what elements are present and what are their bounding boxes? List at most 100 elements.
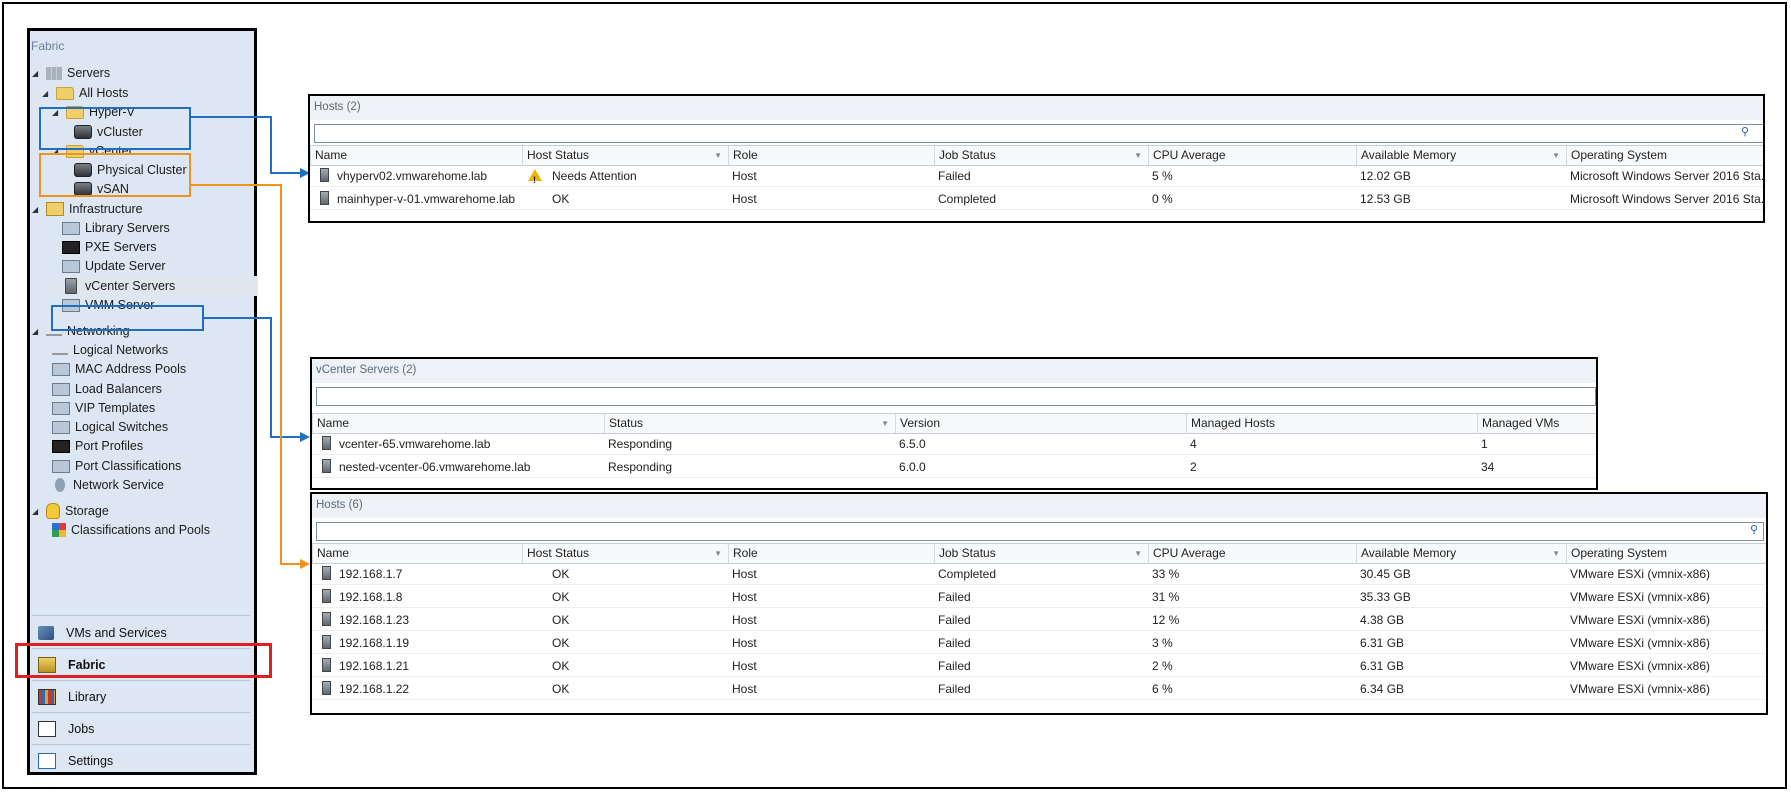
job-status: Failed <box>938 590 971 604</box>
column-header-name[interactable]: Name <box>310 146 522 165</box>
table-row[interactable]: 192.168.1.23 OK Host Failed 12 % 4.38 GB… <box>312 610 1766 631</box>
available-memory: 12.02 GB <box>1360 169 1411 183</box>
column-header-operating-system[interactable]: Operating System <box>1566 544 1766 563</box>
table-row[interactable]: vhyperv02.vmwarehome.lab Needs Attention… <box>310 166 1763 187</box>
column-header-available-memory[interactable]: Available Memory ▼ <box>1356 544 1566 563</box>
filter-dropdown-icon: ▼ <box>1134 549 1142 558</box>
cpu-average: 31 % <box>1152 590 1180 604</box>
column-header-host-status[interactable]: Host Status ▼ <box>522 544 728 563</box>
role: Host <box>732 169 757 183</box>
cpu-average: 0 % <box>1152 192 1173 206</box>
host-name: vhyperv02.vmwarehome.lab <box>337 169 488 183</box>
operating-system: Microsoft Windows Server 2016 Sta... <box>1570 192 1765 206</box>
status: Responding <box>608 437 673 451</box>
column-header-cpu-average[interactable]: CPU Average <box>1148 544 1356 563</box>
filter-dropdown-icon: ▼ <box>1552 151 1560 160</box>
column-header-row: Name Host Status ▼ Role Job Status ▼ CPU A… <box>312 543 1766 564</box>
search-input[interactable] <box>314 124 1763 143</box>
host-status: OK <box>552 682 570 696</box>
vcenter-hosts-panel: Hosts (6) ⚲ Name Host Status ▼ Role Job S… <box>310 492 1768 715</box>
host-status: OK <box>552 659 570 673</box>
hyper-v-arrow <box>191 116 304 174</box>
arrowhead-icon <box>300 559 310 569</box>
managed-hosts: 2 <box>1190 460 1197 474</box>
role: Host <box>732 192 757 206</box>
column-header-job-status[interactable]: Job Status ▼ <box>934 544 1148 563</box>
job-status: Failed <box>938 613 971 627</box>
cpu-average: 6 % <box>1152 682 1173 696</box>
server-icon <box>322 589 331 603</box>
vcenter-name: vcenter-65.vmwarehome.lab <box>339 437 491 451</box>
managed-vms: 34 <box>1481 460 1495 474</box>
search-input[interactable] <box>316 522 1764 541</box>
panel-title: Hosts (6) <box>312 494 1766 518</box>
host-status: OK <box>552 590 570 604</box>
server-icon <box>322 612 331 626</box>
column-header-host-status[interactable]: Host Status ▼ <box>522 146 728 165</box>
server-icon <box>322 566 331 580</box>
table-row[interactable]: 192.168.1.22 OK Host Failed 6 % 6.34 GB … <box>312 679 1766 700</box>
job-status: Completed <box>938 192 997 206</box>
column-header-operating-system[interactable]: Operating System <box>1566 146 1763 165</box>
search-input[interactable] <box>316 387 1596 406</box>
panel-title: Hosts (2) <box>310 96 1763 120</box>
column-header-name[interactable]: Name <box>312 414 604 433</box>
column-header-version[interactable]: Version <box>895 414 1186 433</box>
available-memory: 6.31 GB <box>1360 659 1405 673</box>
role: Host <box>732 682 757 696</box>
job-status: Failed <box>938 169 971 183</box>
column-header-job-status[interactable]: Job Status ▼ <box>934 146 1148 165</box>
host-name: 192.168.1.23 <box>339 613 410 627</box>
managed-hosts: 4 <box>1190 437 1197 451</box>
column-header-name[interactable]: Name <box>312 544 522 563</box>
job-status: Failed <box>938 636 971 650</box>
version: 6.5.0 <box>899 437 926 451</box>
cpu-average: 2 % <box>1152 659 1173 673</box>
job-status: Failed <box>938 682 971 696</box>
vcenter-servers-panel: vCenter Servers (2) Name Status ▼ Version… <box>310 357 1598 490</box>
column-header-managed-hosts[interactable]: Managed Hosts <box>1186 414 1477 433</box>
search-icon[interactable]: ⚲ <box>1741 125 1749 138</box>
column-header-available-memory[interactable]: Available Memory ▼ <box>1356 146 1566 165</box>
version: 6.0.0 <box>899 460 926 474</box>
server-icon <box>320 191 329 205</box>
filter-dropdown-icon: ▼ <box>1552 549 1560 558</box>
filter-dropdown-icon: ▼ <box>714 151 722 160</box>
table-row[interactable]: 192.168.1.19 OK Host Failed 3 % 6.31 GB … <box>312 633 1766 654</box>
host-status: Needs Attention <box>552 169 637 183</box>
column-header-role[interactable]: Role <box>728 544 934 563</box>
cpu-average: 33 % <box>1152 567 1180 581</box>
column-header-status[interactable]: Status ▼ <box>604 414 895 433</box>
operating-system: VMware ESXi (vmnix-x86) <box>1570 613 1711 627</box>
available-memory: 35.33 GB <box>1360 590 1411 604</box>
server-icon <box>322 681 331 695</box>
managed-vms: 1 <box>1481 437 1488 451</box>
operating-system: VMware ESXi (vmnix-x86) <box>1570 567 1711 581</box>
role: Host <box>732 613 757 627</box>
column-header-cpu-average[interactable]: CPU Average <box>1148 146 1356 165</box>
search-icon[interactable]: ⚲ <box>1750 523 1758 536</box>
table-row[interactable]: 192.168.1.7 OK Host Completed 33 % 30.45… <box>312 564 1766 585</box>
cpu-average: 12 % <box>1152 613 1180 627</box>
host-name: 192.168.1.21 <box>339 659 410 673</box>
column-header-row: Name Host Status ▼ Role Job Status ▼ CPU A… <box>310 145 1763 166</box>
available-memory: 12.53 GB <box>1360 192 1411 206</box>
vcenter-servers-arrow <box>204 317 304 438</box>
column-header-role[interactable]: Role <box>728 146 934 165</box>
column-header-managed-vms[interactable]: Managed VMs <box>1477 414 1596 433</box>
table-row[interactable]: nested-vcenter-06.vmwarehome.lab Respond… <box>312 457 1596 478</box>
table-row[interactable]: vcenter-65.vmwarehome.lab Responding 6.5… <box>312 434 1596 455</box>
warning-icon <box>528 169 542 186</box>
server-icon <box>320 168 329 182</box>
server-icon <box>322 635 331 649</box>
vcenter-arrow <box>191 184 304 565</box>
table-row[interactable]: 192.168.1.8 OK Host Failed 31 % 35.33 GB… <box>312 587 1766 608</box>
operating-system: VMware ESXi (vmnix-x86) <box>1570 590 1711 604</box>
job-status: Failed <box>938 659 971 673</box>
table-row[interactable]: mainhyper-v-01.vmwarehome.lab OK Host Co… <box>310 189 1763 210</box>
operating-system: VMware ESXi (vmnix-x86) <box>1570 659 1711 673</box>
operating-system: Microsoft Windows Server 2016 Sta... <box>1570 169 1765 183</box>
table-row[interactable]: 192.168.1.21 OK Host Failed 2 % 6.31 GB … <box>312 656 1766 677</box>
status: Responding <box>608 460 673 474</box>
role: Host <box>732 590 757 604</box>
